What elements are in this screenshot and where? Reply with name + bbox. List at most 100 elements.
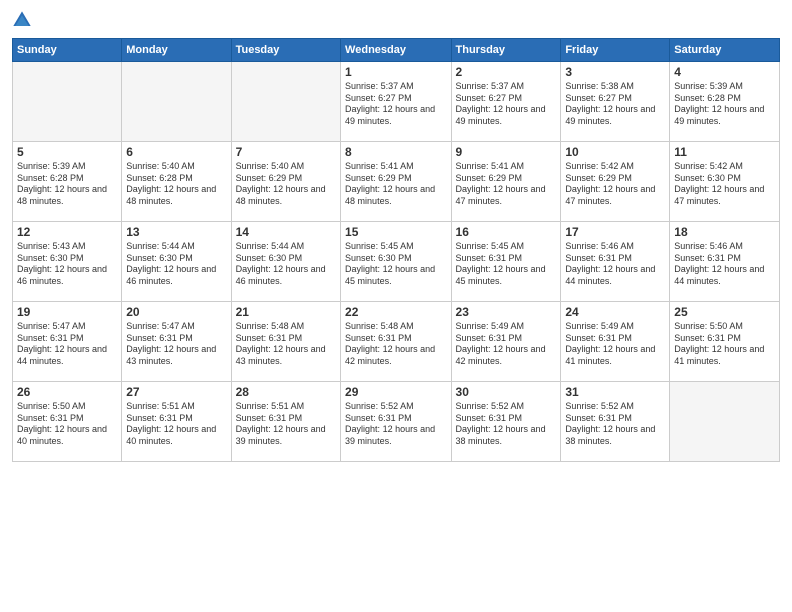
day-number: 3 bbox=[565, 65, 665, 79]
day-number: 22 bbox=[345, 305, 446, 319]
cell-info: Sunrise: 5:50 AMSunset: 6:31 PMDaylight:… bbox=[17, 401, 117, 448]
logo bbox=[12, 10, 34, 30]
week-row-4: 26 Sunrise: 5:50 AMSunset: 6:31 PMDayligh… bbox=[13, 382, 780, 462]
calendar-cell: 25Sunrise: 5:50 AMSunset: 6:31 PMDayligh… bbox=[670, 302, 780, 382]
cell-info: Sunrise: 5:49 AMSunset: 6:31 PMDaylight:… bbox=[565, 321, 665, 368]
cell-info: Sunrise: 5:45 AMSunset: 6:31 PMDaylight:… bbox=[456, 241, 557, 288]
logo-icon bbox=[12, 10, 32, 30]
cell-info: Sunrise: 5:40 AMSunset: 6:28 PMDaylight:… bbox=[126, 161, 226, 208]
cell-info: Sunrise: 5:49 AMSunset: 6:31 PMDaylight:… bbox=[456, 321, 557, 368]
calendar-cell: 15 Sunrise: 5:45 AMSunset: 6:30 PMDayligh… bbox=[341, 222, 451, 302]
cell-info: Sunrise: 5:45 AMSunset: 6:30 PMDaylight:… bbox=[345, 241, 446, 288]
cell-info: Sunrise: 5:48 AMSunset: 6:31 PMDaylight:… bbox=[345, 321, 446, 368]
weekday-tuesday: Tuesday bbox=[231, 39, 340, 62]
week-row-2: 12Sunrise: 5:43 AMSunset: 6:30 PMDayligh… bbox=[13, 222, 780, 302]
week-row-1: 5 Sunrise: 5:39 AMSunset: 6:28 PMDaylight… bbox=[13, 142, 780, 222]
weekday-monday: Monday bbox=[122, 39, 231, 62]
calendar-cell bbox=[13, 62, 122, 142]
cell-info: Sunrise: 5:37 AMSunset: 6:27 PMDaylight:… bbox=[345, 81, 446, 128]
page: SundayMondayTuesdayWednesdayThursdayFrid… bbox=[0, 0, 792, 612]
day-number: 20 bbox=[126, 305, 226, 319]
calendar-cell: 2Sunrise: 5:37 AMSunset: 6:27 PMDaylight… bbox=[451, 62, 561, 142]
calendar-cell: 23Sunrise: 5:49 AMSunset: 6:31 PMDayligh… bbox=[451, 302, 561, 382]
calendar-cell: 13 Sunrise: 5:44 AMSunset: 6:30 PMDayligh… bbox=[122, 222, 231, 302]
weekday-sunday: Sunday bbox=[13, 39, 122, 62]
calendar-cell: 14 Sunrise: 5:44 AMSunset: 6:30 PMDayligh… bbox=[231, 222, 340, 302]
cell-info: Sunrise: 5:39 AMSunset: 6:28 PMDaylight:… bbox=[674, 81, 775, 128]
calendar-cell: 28 Sunrise: 5:51 AMSunset: 6:31 PMDayligh… bbox=[231, 382, 340, 462]
day-number: 8 bbox=[345, 145, 446, 159]
day-number: 25 bbox=[674, 305, 775, 319]
cell-info: Sunrise: 5:42 AMSunset: 6:29 PMDaylight:… bbox=[565, 161, 665, 208]
day-number: 6 bbox=[126, 145, 226, 159]
calendar-cell: 21Sunrise: 5:48 AMSunset: 6:31 PMDayligh… bbox=[231, 302, 340, 382]
cell-info: Sunrise: 5:40 AMSunset: 6:29 PMDaylight:… bbox=[236, 161, 336, 208]
weekday-header-row: SundayMondayTuesdayWednesdayThursdayFrid… bbox=[13, 39, 780, 62]
cell-info: Sunrise: 5:52 AMSunset: 6:31 PMDaylight:… bbox=[565, 401, 665, 448]
cell-info: Sunrise: 5:44 AMSunset: 6:30 PMDaylight:… bbox=[236, 241, 336, 288]
day-number: 16 bbox=[456, 225, 557, 239]
cell-info: Sunrise: 5:47 AMSunset: 6:31 PMDaylight:… bbox=[126, 321, 226, 368]
cell-info: Sunrise: 5:47 AMSunset: 6:31 PMDaylight:… bbox=[17, 321, 117, 368]
day-number: 17 bbox=[565, 225, 665, 239]
calendar-cell: 17Sunrise: 5:46 AMSunset: 6:31 PMDayligh… bbox=[561, 222, 670, 302]
day-number: 11 bbox=[674, 145, 775, 159]
calendar-cell: 20 Sunrise: 5:47 AMSunset: 6:31 PMDayligh… bbox=[122, 302, 231, 382]
weekday-saturday: Saturday bbox=[670, 39, 780, 62]
day-number: 30 bbox=[456, 385, 557, 399]
cell-info: Sunrise: 5:51 AMSunset: 6:31 PMDaylight:… bbox=[236, 401, 336, 448]
cell-info: Sunrise: 5:42 AMSunset: 6:30 PMDaylight:… bbox=[674, 161, 775, 208]
calendar-cell: 3 Sunrise: 5:38 AMSunset: 6:27 PMDaylight… bbox=[561, 62, 670, 142]
cell-info: Sunrise: 5:48 AMSunset: 6:31 PMDaylight:… bbox=[236, 321, 336, 368]
cell-info: Sunrise: 5:41 AMSunset: 6:29 PMDaylight:… bbox=[345, 161, 446, 208]
calendar-cell: 19 Sunrise: 5:47 AMSunset: 6:31 PMDayligh… bbox=[13, 302, 122, 382]
day-number: 2 bbox=[456, 65, 557, 79]
calendar-cell: 27Sunrise: 5:51 AMSunset: 6:31 PMDayligh… bbox=[122, 382, 231, 462]
cell-info: Sunrise: 5:46 AMSunset: 6:31 PMDaylight:… bbox=[674, 241, 775, 288]
calendar-cell: 10 Sunrise: 5:42 AMSunset: 6:29 PMDayligh… bbox=[561, 142, 670, 222]
calendar-cell: 31 Sunrise: 5:52 AMSunset: 6:31 PMDayligh… bbox=[561, 382, 670, 462]
calendar: SundayMondayTuesdayWednesdayThursdayFrid… bbox=[12, 38, 780, 462]
calendar-cell: 11 Sunrise: 5:42 AMSunset: 6:30 PMDayligh… bbox=[670, 142, 780, 222]
week-row-0: 1 Sunrise: 5:37 AMSunset: 6:27 PMDaylight… bbox=[13, 62, 780, 142]
day-number: 5 bbox=[17, 145, 117, 159]
header bbox=[12, 10, 780, 30]
cell-info: Sunrise: 5:44 AMSunset: 6:30 PMDaylight:… bbox=[126, 241, 226, 288]
cell-info: Sunrise: 5:52 AMSunset: 6:31 PMDaylight:… bbox=[456, 401, 557, 448]
day-number: 24 bbox=[565, 305, 665, 319]
calendar-cell bbox=[122, 62, 231, 142]
calendar-cell: 22 Sunrise: 5:48 AMSunset: 6:31 PMDayligh… bbox=[341, 302, 451, 382]
calendar-cell: 6 Sunrise: 5:40 AMSunset: 6:28 PMDaylight… bbox=[122, 142, 231, 222]
calendar-cell: 12Sunrise: 5:43 AMSunset: 6:30 PMDayligh… bbox=[13, 222, 122, 302]
calendar-cell bbox=[231, 62, 340, 142]
day-number: 26 bbox=[17, 385, 117, 399]
day-number: 13 bbox=[126, 225, 226, 239]
calendar-cell bbox=[670, 382, 780, 462]
cell-info: Sunrise: 5:41 AMSunset: 6:29 PMDaylight:… bbox=[456, 161, 557, 208]
calendar-cell: 16 Sunrise: 5:45 AMSunset: 6:31 PMDayligh… bbox=[451, 222, 561, 302]
cell-info: Sunrise: 5:38 AMSunset: 6:27 PMDaylight:… bbox=[565, 81, 665, 128]
day-number: 31 bbox=[565, 385, 665, 399]
calendar-cell: 26 Sunrise: 5:50 AMSunset: 6:31 PMDayligh… bbox=[13, 382, 122, 462]
day-number: 29 bbox=[345, 385, 446, 399]
cell-info: Sunrise: 5:51 AMSunset: 6:31 PMDaylight:… bbox=[126, 401, 226, 448]
week-row-3: 19 Sunrise: 5:47 AMSunset: 6:31 PMDayligh… bbox=[13, 302, 780, 382]
day-number: 1 bbox=[345, 65, 446, 79]
weekday-friday: Friday bbox=[561, 39, 670, 62]
day-number: 19 bbox=[17, 305, 117, 319]
day-number: 28 bbox=[236, 385, 336, 399]
day-number: 9 bbox=[456, 145, 557, 159]
day-number: 4 bbox=[674, 65, 775, 79]
cell-info: Sunrise: 5:39 AMSunset: 6:28 PMDaylight:… bbox=[17, 161, 117, 208]
day-number: 10 bbox=[565, 145, 665, 159]
weekday-thursday: Thursday bbox=[451, 39, 561, 62]
calendar-cell: 5 Sunrise: 5:39 AMSunset: 6:28 PMDaylight… bbox=[13, 142, 122, 222]
weekday-wednesday: Wednesday bbox=[341, 39, 451, 62]
calendar-cell: 29 Sunrise: 5:52 AMSunset: 6:31 PMDayligh… bbox=[341, 382, 451, 462]
calendar-cell: 24 Sunrise: 5:49 AMSunset: 6:31 PMDayligh… bbox=[561, 302, 670, 382]
calendar-cell: 9 Sunrise: 5:41 AMSunset: 6:29 PMDaylight… bbox=[451, 142, 561, 222]
day-number: 14 bbox=[236, 225, 336, 239]
day-number: 15 bbox=[345, 225, 446, 239]
cell-info: Sunrise: 5:52 AMSunset: 6:31 PMDaylight:… bbox=[345, 401, 446, 448]
day-number: 18 bbox=[674, 225, 775, 239]
